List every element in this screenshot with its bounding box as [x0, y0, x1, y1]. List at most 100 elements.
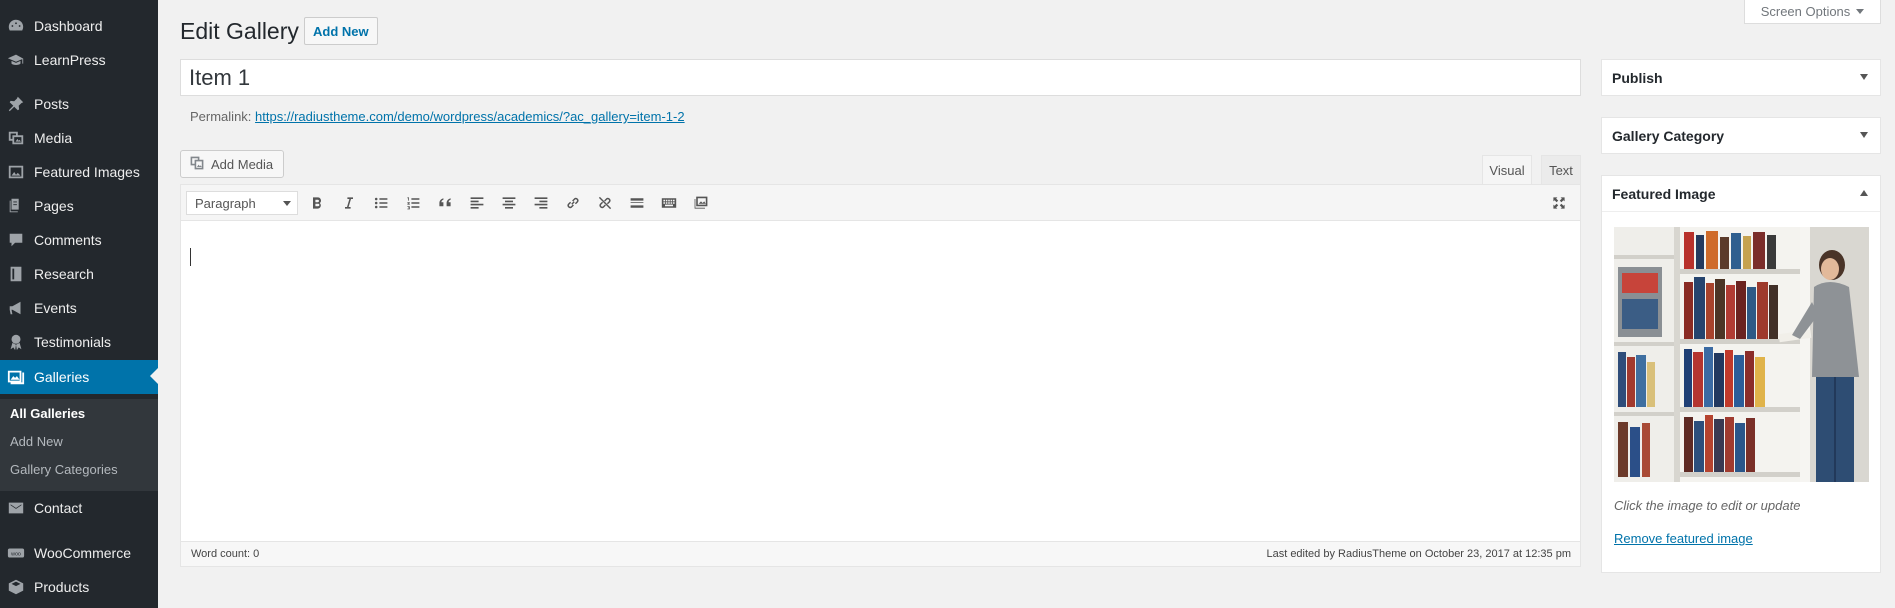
format-select[interactable]: Paragraph — [186, 191, 298, 215]
add-media-button[interactable]: Add Media — [180, 150, 285, 178]
menu-item-events[interactable]: Events — [0, 291, 158, 325]
menu-item-testimonials[interactable]: Testimonials — [0, 325, 158, 359]
remove-featured-image-link[interactable]: Remove featured image — [1614, 531, 1753, 546]
fullscreen-icon[interactable] — [1548, 193, 1570, 213]
word-count: Word count: 0 — [191, 548, 260, 560]
unlink-icon[interactable] — [594, 193, 616, 213]
menu-label: Research — [34, 266, 94, 282]
menu-item-learnpress[interactable]: LearnPress — [0, 43, 158, 77]
menu-label: Events — [34, 300, 77, 316]
svg-text:woo: woo — [10, 551, 21, 557]
menu-label: Testimonials — [34, 334, 112, 350]
read-more-icon[interactable] — [626, 193, 648, 213]
align-right-icon[interactable] — [530, 193, 552, 213]
align-center-icon[interactable] — [498, 193, 520, 213]
bold-icon[interactable] — [306, 193, 328, 213]
featured-image-thumbnail[interactable] — [1614, 227, 1869, 482]
chevron-up-icon[interactable] — [1860, 190, 1868, 196]
screen-options-label: Screen Options — [1760, 4, 1851, 19]
menu-item-featured-images[interactable]: Featured Images — [0, 155, 158, 189]
menu-item-dashboard[interactable]: Dashboard — [0, 9, 158, 43]
tab-text[interactable]: Text — [1541, 155, 1581, 184]
chevron-down-icon[interactable] — [1860, 74, 1868, 80]
screen-options-button[interactable]: Screen Options — [1744, 0, 1881, 24]
add-media-label: Add Media — [211, 156, 274, 172]
graduation-cap-icon — [7, 51, 25, 69]
menu-item-products[interactable]: Products — [0, 570, 158, 604]
menu-label: WooCommerce — [34, 545, 131, 561]
post-title-input[interactable] — [180, 59, 1581, 96]
menu-label: Products — [34, 579, 90, 595]
featured-image-box: Featured Image Click the image to edit o… — [1601, 175, 1881, 573]
publish-box-header[interactable]: Publish — [1602, 60, 1880, 96]
woo-icon: woo — [7, 544, 25, 562]
last-edited: Last edited by RadiusTheme on October 23… — [1266, 548, 1571, 560]
blockquote-icon[interactable] — [434, 193, 456, 213]
editor-toolbar: Paragraph — [181, 185, 1580, 221]
menu-label: Galleries — [34, 369, 90, 385]
menu-item-pages[interactable]: Pages — [0, 189, 158, 223]
menu-label: Comments — [34, 232, 102, 248]
toolbar-toggle-icon[interactable] — [658, 193, 680, 213]
chevron-down-icon[interactable] — [1860, 132, 1868, 138]
page-icon — [7, 197, 25, 215]
gallery-icon — [7, 368, 25, 386]
admin-sidebar: Dashboard LearnPress Posts Media Feature… — [0, 0, 158, 608]
chevron-down-icon — [283, 201, 291, 206]
dashboard-icon — [7, 17, 25, 35]
comment-icon — [7, 231, 25, 249]
menu-label: Media — [34, 130, 73, 146]
pin-icon — [7, 95, 25, 113]
editor-status-bar: Word count: 0 Last edited by RadiusTheme… — [181, 541, 1580, 566]
gallery-category-box-header[interactable]: Gallery Category — [1602, 118, 1880, 154]
bullet-list-icon[interactable] — [370, 193, 392, 213]
box-icon — [7, 578, 25, 596]
editor-content-area[interactable] — [181, 222, 1580, 540]
menu-label: Contact — [34, 500, 83, 516]
align-left-icon[interactable] — [466, 193, 488, 213]
permalink-row: Permalink: https://radiustheme.com/demo/… — [190, 109, 685, 124]
award-icon — [7, 333, 25, 351]
menu-label: LearnPress — [34, 52, 106, 68]
permalink-link[interactable]: https://radiustheme.com/demo/wordpress/a… — [255, 109, 685, 124]
content-editor: Paragraph Word count: 0 Last edited by R… — [180, 184, 1581, 567]
page-title: Edit Gallery — [180, 18, 299, 44]
link-icon[interactable] — [562, 193, 584, 213]
submenu-gallery-categories[interactable]: Gallery Categories — [10, 462, 118, 477]
caret-down-icon — [1856, 9, 1865, 14]
text-cursor — [190, 248, 191, 266]
menu-label: Pages — [34, 198, 74, 214]
gallery-category-box-title: Gallery Category — [1612, 128, 1725, 144]
featured-image-box-title: Featured Image — [1612, 185, 1716, 202]
format-select-value: Paragraph — [195, 195, 256, 211]
book-icon — [7, 265, 25, 283]
menu-item-media[interactable]: Media — [0, 121, 158, 155]
menu-label: Featured Images — [34, 164, 140, 180]
menu-item-posts[interactable]: Posts — [0, 87, 158, 121]
add-media-icon — [189, 155, 205, 174]
publish-box-title: Publish — [1612, 70, 1663, 86]
menu-label: Dashboard — [34, 18, 103, 34]
featured-image-hint: Click the image to edit or update — [1614, 498, 1801, 513]
mail-icon — [7, 499, 25, 517]
add-new-button[interactable]: Add New — [304, 17, 378, 45]
menu-item-woocommerce[interactable]: woo WooCommerce — [0, 536, 158, 570]
submenu-all-galleries[interactable]: All Galleries — [10, 406, 85, 421]
permalink-label: Permalink: — [190, 109, 252, 124]
megaphone-icon — [7, 299, 25, 317]
menu-item-comments[interactable]: Comments — [0, 223, 158, 257]
menu-item-research[interactable]: Research — [0, 257, 158, 291]
numbered-list-icon[interactable] — [402, 193, 424, 213]
media-icon — [7, 129, 25, 147]
menu-label: Posts — [34, 96, 70, 112]
menu-item-contact[interactable]: Contact — [0, 491, 158, 525]
image-icon — [7, 163, 25, 181]
submenu-add-new[interactable]: Add New — [10, 434, 63, 449]
menu-item-galleries[interactable]: Galleries — [0, 360, 158, 394]
image-icon[interactable] — [690, 193, 712, 213]
featured-image-box-header[interactable]: Featured Image — [1602, 176, 1880, 212]
publish-box: Publish — [1601, 59, 1881, 96]
tab-visual[interactable]: Visual — [1482, 155, 1532, 184]
italic-icon[interactable] — [338, 193, 360, 213]
gallery-category-box: Gallery Category — [1601, 117, 1881, 154]
